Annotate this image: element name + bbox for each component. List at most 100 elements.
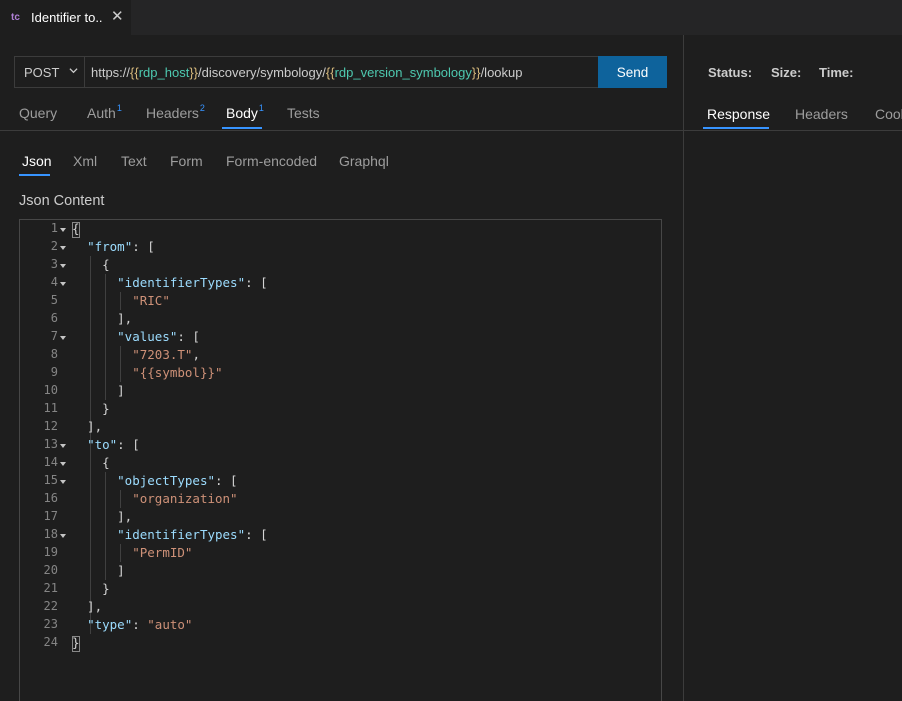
code-line: "{{symbol}}" <box>132 365 223 380</box>
status-label: Status: <box>708 65 753 80</box>
line-number: 13 <box>43 437 58 451</box>
line-number: 19 <box>43 545 58 559</box>
json-content-label: Json Content <box>19 193 105 209</box>
tab-body[interactable]: Body1 <box>226 103 264 121</box>
url-variable: rdp_host <box>138 64 190 80</box>
code-line: } <box>72 635 80 650</box>
line-number: 8 <box>50 347 58 361</box>
request-tab[interactable]: tc Identifier to.. ✕ <box>0 0 131 35</box>
code-line: "organization" <box>132 491 238 506</box>
line-number: 15 <box>43 473 58 487</box>
code-line: { <box>72 221 80 236</box>
send-button[interactable]: Send <box>598 56 667 88</box>
code-line: "values": [ <box>117 329 200 344</box>
headers-count-badge: 2 <box>199 103 205 113</box>
code-line: "from": [ <box>87 239 155 254</box>
line-number: 12 <box>43 419 58 433</box>
code-line: { <box>72 455 110 470</box>
code-line: "identifierTypes": [ <box>117 275 268 290</box>
body-type-xml[interactable]: Xml <box>73 153 97 169</box>
code-line: ], <box>72 599 103 614</box>
fold-chevron-icon[interactable] <box>59 533 67 539</box>
url-text: }} <box>189 64 198 80</box>
tab-headers-label: Headers <box>146 105 199 121</box>
line-number: 24 <box>43 635 58 649</box>
line-number: 20 <box>43 563 58 577</box>
line-number: 23 <box>43 617 58 631</box>
response-tab-indicator <box>703 127 769 129</box>
method-label: POST <box>24 64 60 80</box>
line-number: 5 <box>50 293 58 307</box>
line-number: 11 <box>43 401 58 415</box>
active-tab-indicator <box>222 127 262 129</box>
url-text: }} <box>471 64 481 80</box>
code-line: ], <box>72 509 133 524</box>
tab-body-label: Body <box>226 105 258 121</box>
line-number: 10 <box>43 383 58 397</box>
code-line: ], <box>72 311 133 326</box>
line-number: 18 <box>43 527 58 541</box>
body-type-graphql[interactable]: Graphql <box>339 153 389 169</box>
code-line: } <box>72 401 110 416</box>
tab-auth-label: Auth <box>87 105 116 121</box>
body-type-form[interactable]: Form <box>170 153 203 169</box>
code-line: "PermID" <box>132 545 193 560</box>
url-text: https:// <box>91 64 131 80</box>
code-line: ], <box>72 419 103 434</box>
close-icon[interactable]: ✕ <box>111 9 124 25</box>
fold-chevron-icon[interactable] <box>59 263 67 269</box>
tabs-divider <box>0 130 683 131</box>
fold-chevron-icon[interactable] <box>59 227 67 233</box>
tab-tests-label: Tests <box>287 105 320 121</box>
fold-chevron-icon[interactable] <box>59 461 67 467</box>
code-line: "objectTypes": [ <box>117 473 238 488</box>
body-count-badge: 1 <box>258 103 264 113</box>
fold-chevron-icon[interactable] <box>59 335 67 341</box>
code-line: "to": [ <box>87 437 140 452</box>
body-type-text[interactable]: Text <box>121 153 147 169</box>
line-number: 16 <box>43 491 58 505</box>
json-editor[interactable]: 1{2 "from": [3 {4 "identifierTypes": [5 … <box>19 219 662 701</box>
fold-chevron-icon[interactable] <box>59 281 67 287</box>
code-line: ] <box>72 563 125 578</box>
url-text: {{ <box>130 64 139 80</box>
line-number: 1 <box>50 221 58 235</box>
body-type-indicator <box>19 174 50 176</box>
body-type-json[interactable]: Json <box>22 153 52 169</box>
url-text: {{ <box>325 64 335 80</box>
response-tabs-divider <box>684 130 902 131</box>
size-label: Size: <box>771 65 802 80</box>
line-number: 4 <box>50 275 58 289</box>
pane-divider[interactable] <box>683 35 684 701</box>
tab-response-cookies[interactable]: Cookies <box>875 106 902 122</box>
tab-query[interactable]: Query <box>19 105 57 121</box>
tab-tests[interactable]: Tests <box>287 105 320 121</box>
tab-headers[interactable]: Headers2 <box>146 103 205 121</box>
code-line: "type": "auto" <box>87 617 193 632</box>
line-number: 7 <box>50 329 58 343</box>
auth-count-badge: 1 <box>116 103 122 113</box>
method-select[interactable]: POST <box>14 56 85 88</box>
url-text: /discovery/symbology/ <box>198 64 326 80</box>
code-line: "7203.T", <box>132 347 200 362</box>
url-variable: rdp_version_symbology <box>334 64 472 80</box>
editor-tab-bar: tc Identifier to.. ✕ <box>0 0 902 35</box>
line-number: 21 <box>43 581 58 595</box>
fold-chevron-icon[interactable] <box>59 443 67 449</box>
code-line: { <box>72 257 110 272</box>
url-text: /lookup <box>480 64 523 80</box>
line-number: 2 <box>50 239 58 253</box>
body-type-form-encoded[interactable]: Form-encoded <box>226 153 317 169</box>
line-number: 6 <box>50 311 58 325</box>
fold-chevron-icon[interactable] <box>59 245 67 251</box>
url-input[interactable]: https://{{rdp_host}}/discovery/symbology… <box>84 56 599 88</box>
tab-response[interactable]: Response <box>707 106 770 122</box>
line-number: 22 <box>43 599 58 613</box>
fold-chevron-icon[interactable] <box>59 479 67 485</box>
chevron-down-icon <box>69 68 78 74</box>
line-number: 17 <box>43 509 58 523</box>
tab-response-headers[interactable]: Headers <box>795 106 848 122</box>
line-number: 3 <box>50 257 58 271</box>
tab-auth[interactable]: Auth1 <box>87 103 122 121</box>
thunder-client-icon: tc <box>11 12 20 23</box>
